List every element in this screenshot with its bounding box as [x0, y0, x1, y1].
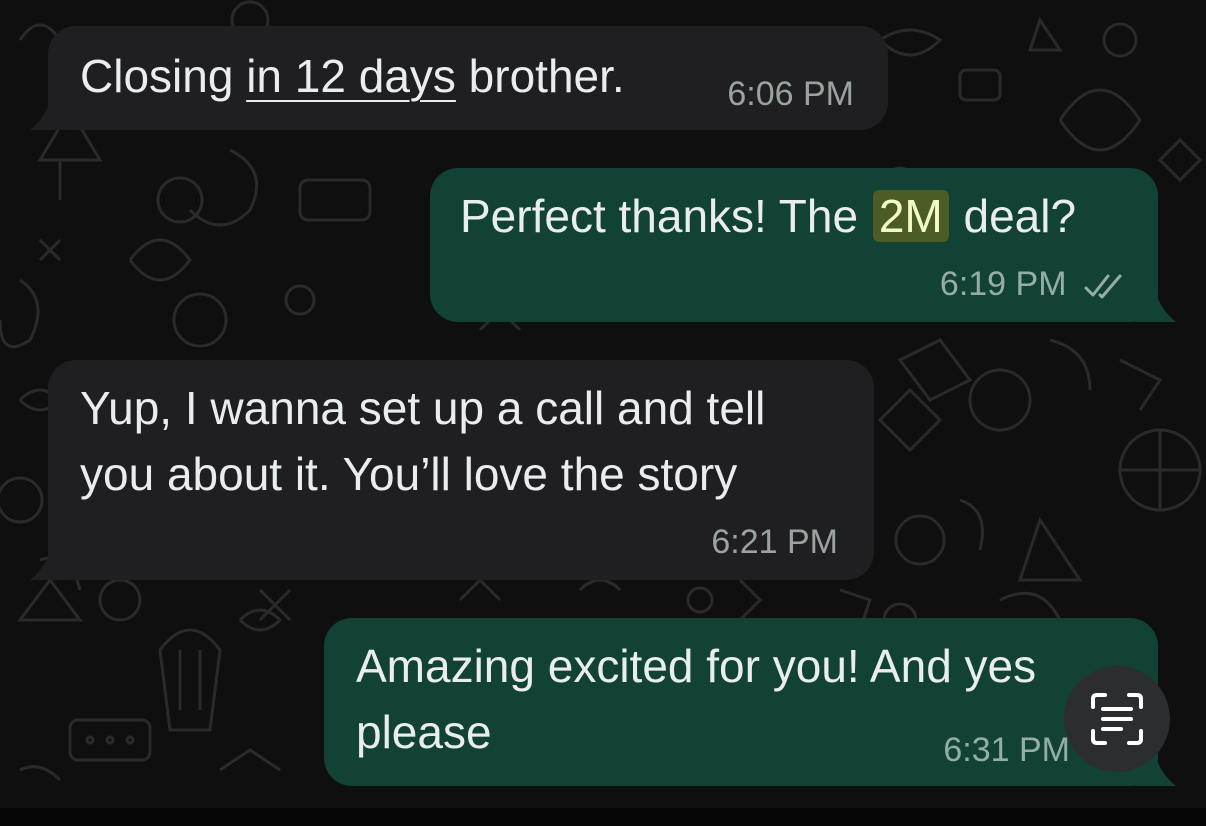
message-text-part: Perfect thanks! The: [460, 190, 871, 242]
bubble-tail: [30, 90, 70, 130]
message-text-part: brother.: [455, 50, 625, 102]
chat-conversation[interactable]: Closing in 12 days brother. 6:06 PM Perf…: [0, 0, 1206, 808]
message-meta: 6:19 PM: [940, 264, 1128, 304]
message-bubble-incoming[interactable]: Closing in 12 days brother. 6:06 PM: [30, 26, 888, 130]
message-time: 6:21 PM: [711, 523, 838, 561]
message-text-line: Yup, I wanna set up a call and tell: [80, 382, 766, 434]
message-text: Closing in 12 days brother.: [80, 44, 625, 108]
message-text-part: Closing: [80, 50, 247, 102]
bottom-edge: [0, 808, 1206, 826]
message-time: 6:31 PM: [943, 731, 1070, 769]
message-text-line: you about it. You’ll love the story: [80, 448, 738, 500]
text-scan-icon: [1091, 693, 1143, 745]
highlighted-amount[interactable]: 2M: [872, 190, 949, 242]
bubble-tail: [30, 540, 70, 580]
message-text-line: Amazing excited for you! And yes: [356, 640, 1037, 692]
bubble-tail: [1136, 282, 1176, 322]
message-time: 6:06 PM: [727, 75, 854, 113]
message-text: Perfect thanks! The 2M deal?: [460, 184, 1076, 248]
message-text-part: deal?: [950, 190, 1077, 242]
message-text-line: please: [356, 706, 492, 758]
message-bubble-outgoing[interactable]: Amazing excited for you! And yes please …: [324, 618, 1176, 786]
double-check-read-icon: [1084, 274, 1122, 299]
message-bubble-incoming[interactable]: Yup, I wanna set up a call and tell you …: [30, 360, 874, 580]
text-scan-button[interactable]: [1064, 666, 1170, 772]
date-link[interactable]: in 12 days: [246, 50, 456, 102]
message-bubble-outgoing[interactable]: Perfect thanks! The 2M deal? 6:19 PM: [430, 168, 1176, 322]
message-time: 6:19 PM: [939, 265, 1067, 303]
